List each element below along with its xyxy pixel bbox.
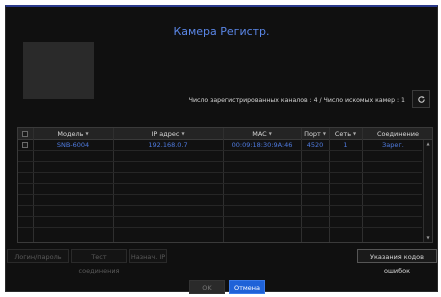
refresh-icon (417, 95, 425, 103)
cell-connection: Зарег. (382, 141, 404, 149)
test-connection-button[interactable]: Тест соединения (71, 249, 127, 275)
header-connection: Соединение (377, 130, 419, 138)
camera-preview (23, 42, 94, 99)
header-ip[interactable]: IP адрес ▼ (113, 128, 223, 140)
cancel-button[interactable]: Отмена (229, 280, 265, 294)
header-network[interactable]: Сеть ▼ (329, 128, 362, 140)
header-mac[interactable]: MAC ▼ (223, 128, 301, 140)
header-port[interactable]: Порт ▼ (301, 128, 329, 140)
refresh-button[interactable] (412, 90, 430, 108)
table-scrollbar[interactable]: ▲ ▼ (423, 140, 432, 242)
error-codes-button[interactable]: Указания кодов ошибок (357, 249, 437, 275)
scroll-up-icon[interactable]: ▲ (425, 141, 431, 147)
channel-count-text: Число зарегистрированных каналов : 4 / Ч… (188, 97, 405, 104)
select-all-checkbox[interactable] (22, 131, 28, 137)
cell-network: 1 (343, 141, 348, 149)
cell-model: SNB-6004 (56, 141, 90, 149)
dialog-title: Камера Регистр. (173, 25, 270, 38)
header-model[interactable]: Модель ▼ (33, 128, 113, 140)
row-checkbox[interactable] (22, 142, 28, 148)
cell-port: 4520 (306, 141, 324, 149)
scroll-down-icon[interactable]: ▼ (425, 235, 431, 241)
camera-table: Модель ▼ IP адрес ▼ MAC ▼ Порт ▼ Сеть ▼ Соеди… (17, 127, 433, 243)
login-password-button[interactable]: Логин/пароль (7, 249, 69, 263)
cell-ip: 192.168.0.7 (148, 141, 188, 149)
assign-ip-button[interactable]: Назнач. IP (129, 249, 167, 263)
cell-mac: 00:09:18:30:9A:46 (231, 141, 293, 149)
ok-button[interactable]: OK (189, 280, 225, 294)
